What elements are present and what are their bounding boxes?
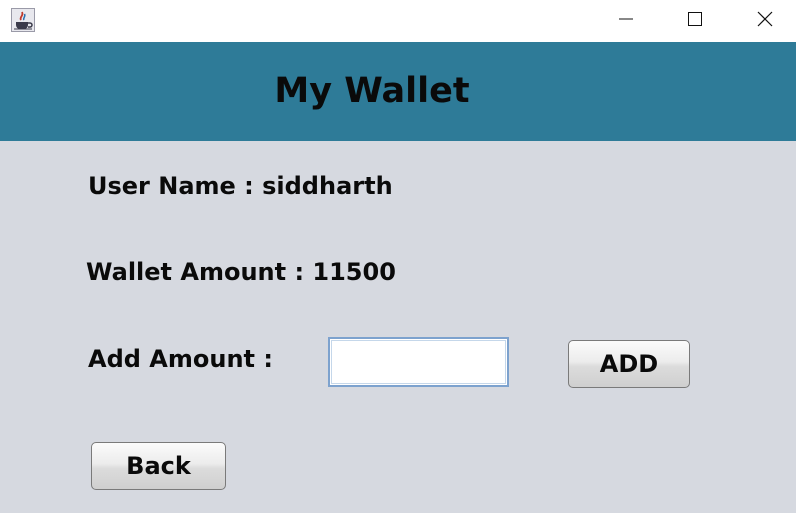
close-button[interactable] [742, 0, 788, 38]
wallet-amount-label: Wallet Amount : 11500 [86, 258, 396, 286]
minimize-icon [618, 11, 634, 27]
minimize-button[interactable] [603, 0, 649, 38]
add-button[interactable]: ADD [568, 340, 690, 388]
user-name-label: User Name : siddharth [88, 172, 393, 200]
java-cup-icon [11, 8, 35, 32]
wallet-window: My Wallet User Name : siddharth Wallet A… [0, 0, 796, 513]
maximize-icon [687, 11, 703, 27]
title-bar [0, 0, 796, 42]
back-button[interactable]: Back [91, 442, 226, 490]
add-amount-label: Add Amount : [88, 345, 273, 373]
close-icon [757, 11, 773, 27]
header-banner: My Wallet [0, 42, 796, 141]
maximize-button[interactable] [672, 0, 718, 38]
page-title: My Wallet [274, 71, 470, 111]
amount-input[interactable] [328, 337, 509, 387]
